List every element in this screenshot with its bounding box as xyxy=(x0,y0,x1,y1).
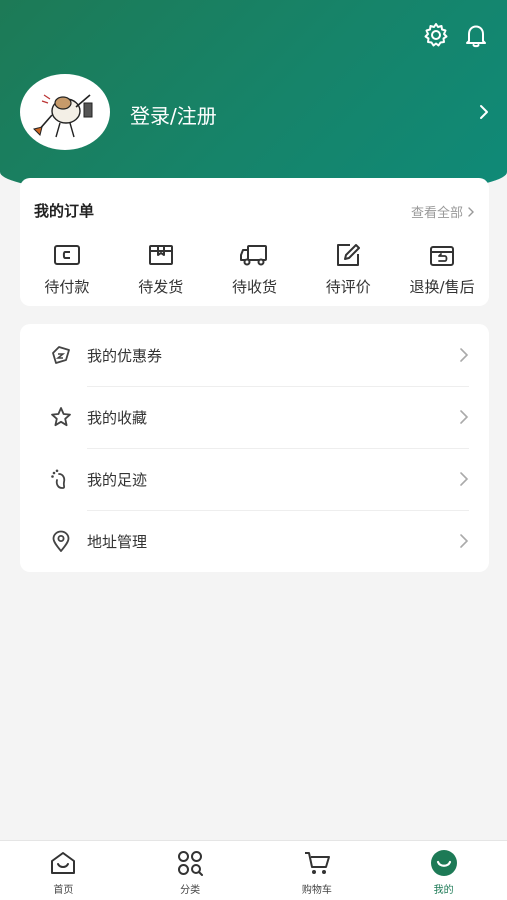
chevron-right-icon xyxy=(460,472,469,486)
menu-card: 我的优惠券 我的收藏 我的足迹 地址管理 xyxy=(20,324,489,572)
home-icon xyxy=(48,849,78,877)
tab-category[interactable]: 分类 xyxy=(127,841,254,900)
bell-icon[interactable] xyxy=(461,20,491,50)
orders-card: 我的订单 查看全部 待付款 待发货 待收货 待评价 退换/售后 xyxy=(20,178,489,306)
category-icon xyxy=(175,849,205,877)
order-pending-receipt[interactable]: 待收货 xyxy=(208,242,302,297)
order-pending-payment[interactable]: 待付款 xyxy=(20,242,114,297)
order-pending-review[interactable]: 待评价 xyxy=(301,242,395,297)
tab-label: 首页 xyxy=(53,885,74,896)
tab-cart[interactable]: 购物车 xyxy=(254,841,381,900)
orders-title: 我的订单 xyxy=(34,202,95,220)
login-register-link[interactable]: 登录/注册 xyxy=(130,100,217,129)
menu-item-label: 地址管理 xyxy=(87,532,148,551)
settings-icon[interactable] xyxy=(421,20,451,50)
tab-label: 我的 xyxy=(433,885,454,896)
order-item-label: 待付款 xyxy=(44,278,90,296)
menu-item-address[interactable]: 地址管理 xyxy=(20,510,489,572)
avatar-illustration xyxy=(33,94,93,138)
chevron-right-icon xyxy=(460,410,469,424)
chevron-right-icon xyxy=(468,206,474,217)
coupon-icon xyxy=(50,344,72,366)
order-item-label: 待发货 xyxy=(138,278,184,296)
truck-icon xyxy=(239,242,269,268)
order-item-label: 退换/售后 xyxy=(409,278,475,296)
tab-profile[interactable]: 我的 xyxy=(380,841,507,900)
profile-icon xyxy=(429,849,459,877)
order-item-label: 待评价 xyxy=(325,278,371,296)
menu-item-label: 我的优惠券 xyxy=(87,346,163,365)
menu-item-favorites[interactable]: 我的收藏 xyxy=(20,386,489,448)
order-status-list: 待付款 待发货 待收货 待评价 退换/售后 xyxy=(20,242,489,297)
menu-item-label: 我的收藏 xyxy=(87,408,148,427)
edit-icon xyxy=(333,242,363,268)
menu-item-footprints[interactable]: 我的足迹 xyxy=(20,448,489,510)
wallet-icon xyxy=(52,242,82,268)
view-all-orders-link[interactable]: 查看全部 xyxy=(411,202,475,221)
bottom-tab-bar: 首页 分类 购物车 我的 xyxy=(0,840,507,900)
tab-label: 购物车 xyxy=(301,885,332,896)
order-pending-shipment[interactable]: 待发货 xyxy=(114,242,208,297)
chevron-right-icon xyxy=(460,534,469,548)
tab-label: 分类 xyxy=(180,885,201,896)
cart-icon xyxy=(302,849,332,877)
order-item-label: 待收货 xyxy=(231,278,277,296)
menu-item-label: 我的足迹 xyxy=(87,470,148,489)
order-after-sales[interactable]: 退换/售后 xyxy=(395,242,489,297)
footprint-icon xyxy=(50,468,72,490)
profile-header: 登录/注册 xyxy=(0,0,507,200)
menu-item-coupons[interactable]: 我的优惠券 xyxy=(20,324,489,386)
return-icon xyxy=(427,242,457,268)
view-all-label: 查看全部 xyxy=(410,206,463,221)
location-icon xyxy=(50,530,72,552)
chevron-right-icon xyxy=(460,348,469,362)
box-icon xyxy=(146,242,176,268)
star-icon xyxy=(50,406,72,428)
avatar[interactable] xyxy=(20,74,110,150)
chevron-right-icon[interactable] xyxy=(477,103,491,121)
tab-home[interactable]: 首页 xyxy=(0,841,127,900)
